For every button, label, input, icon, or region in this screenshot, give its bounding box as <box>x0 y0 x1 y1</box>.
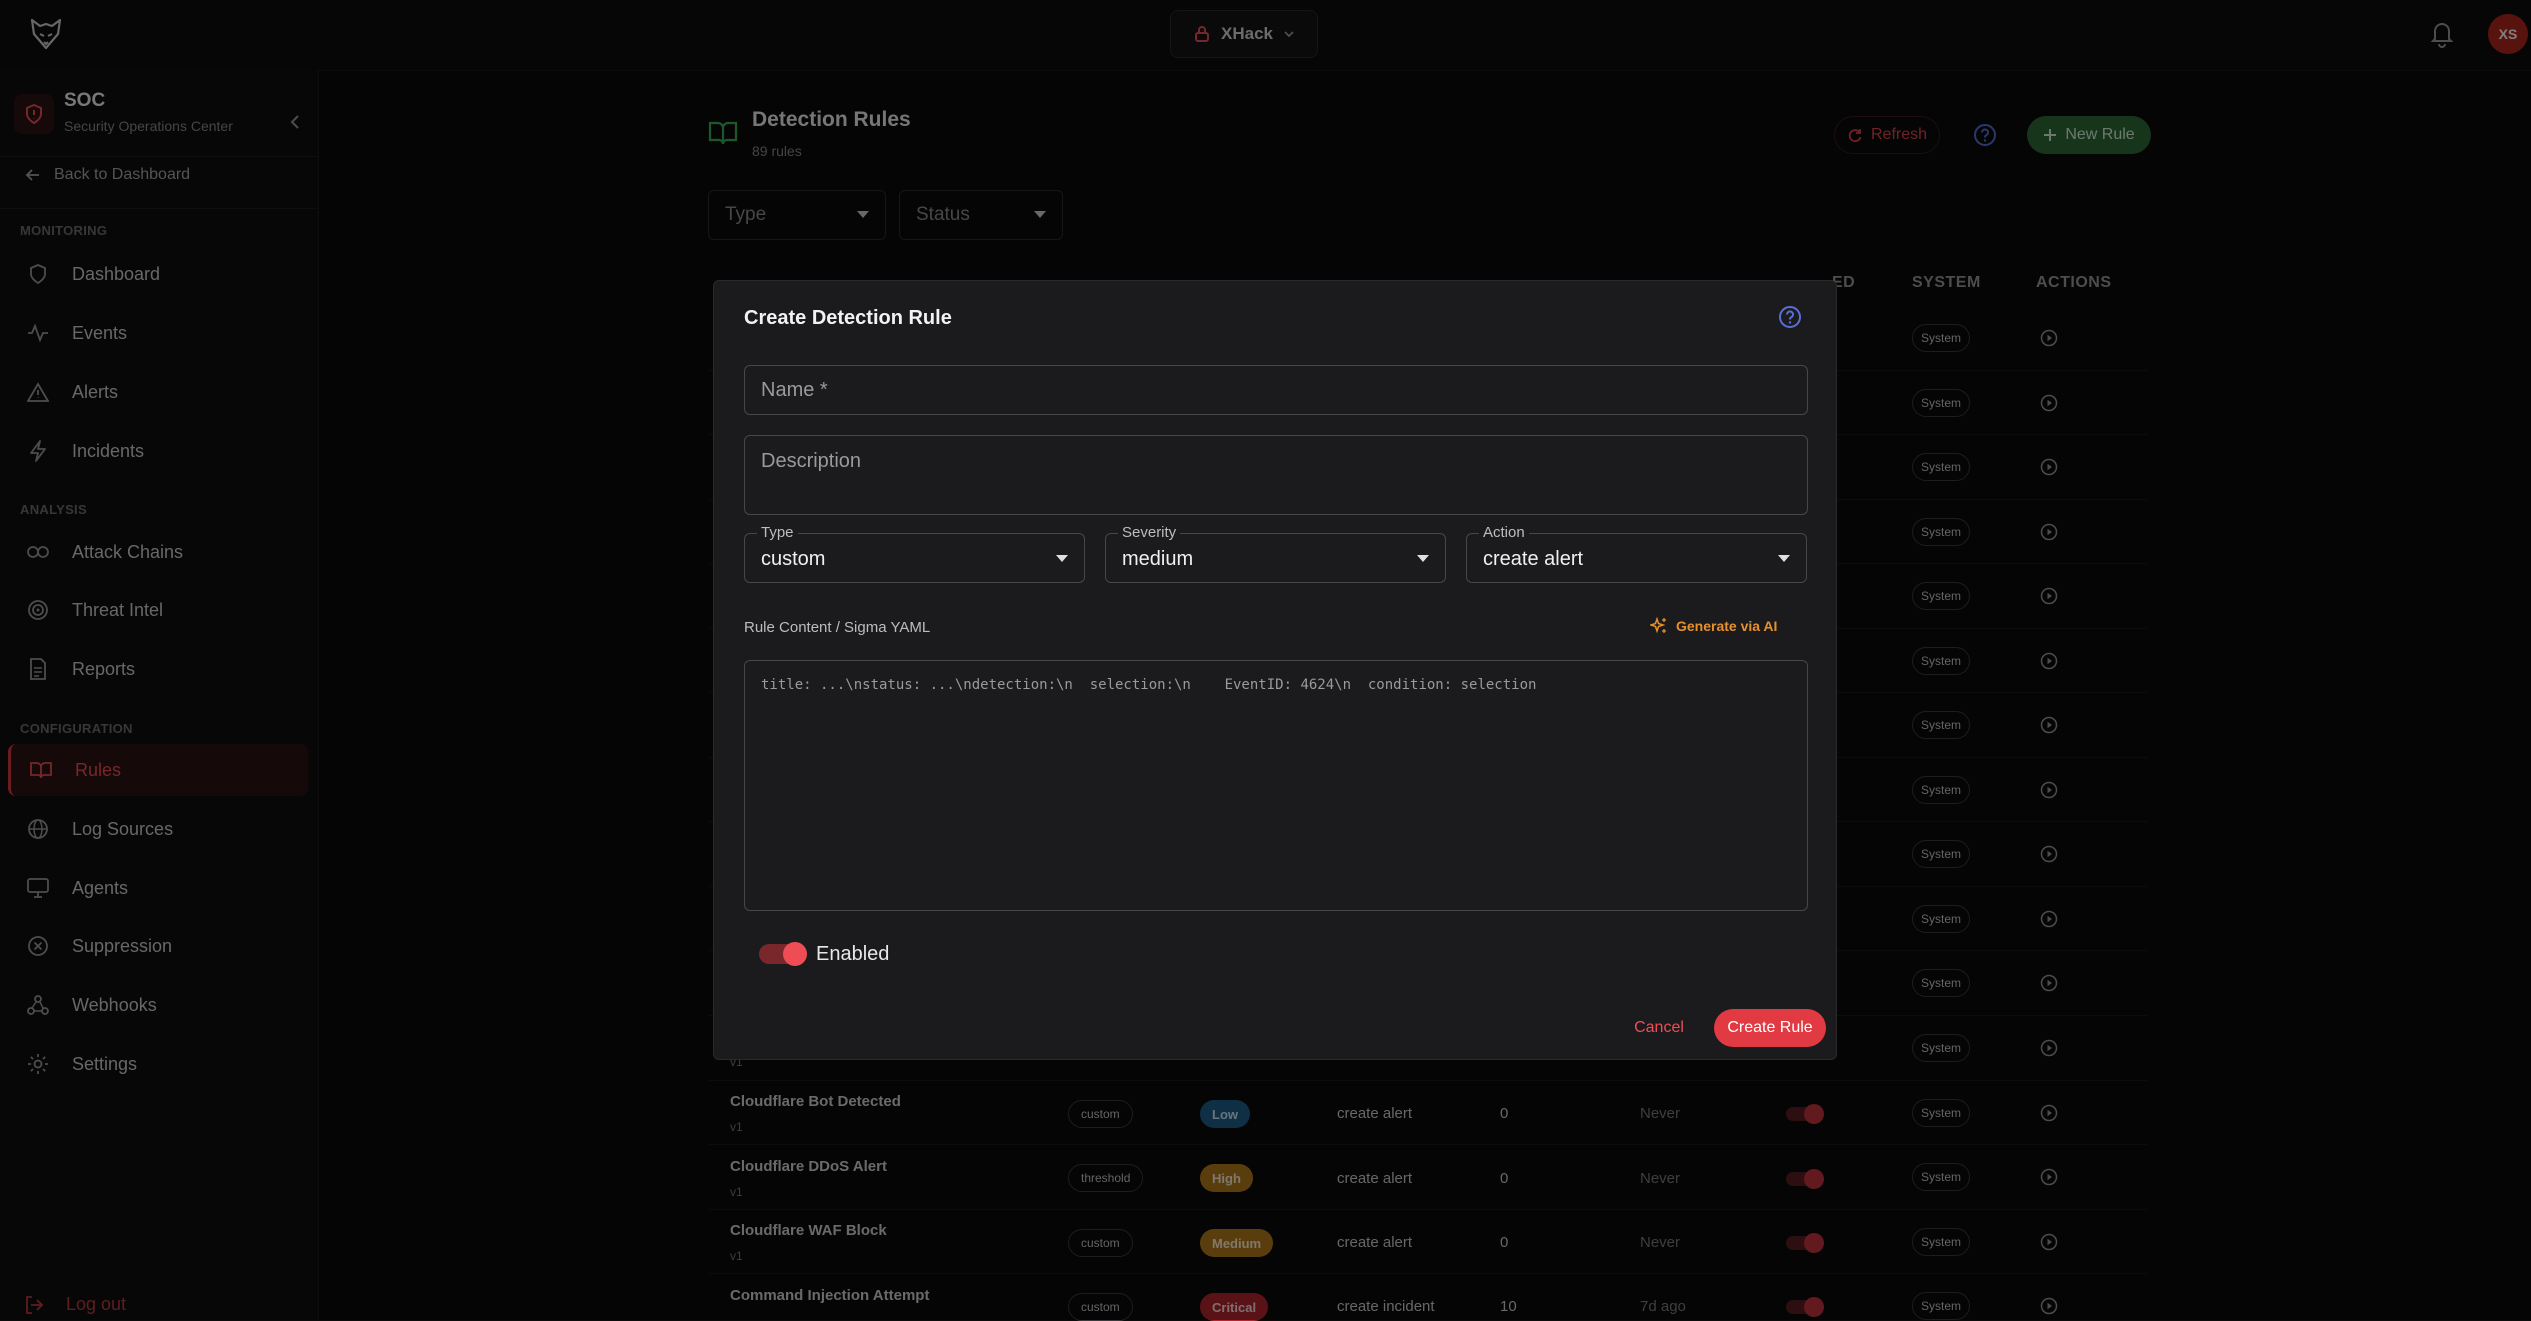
severity-select[interactable]: Severity medium <box>1105 524 1446 583</box>
type-select[interactable]: Type custom <box>744 524 1085 583</box>
sparkles-icon <box>1650 617 1666 634</box>
action-select-value: create alert <box>1483 548 1584 570</box>
description-input[interactable] <box>745 436 1807 514</box>
cancel-button[interactable]: Cancel <box>1624 1011 1694 1045</box>
rule-content-field <box>744 660 1808 911</box>
action-select-label: Action <box>1479 524 1529 541</box>
toggle-knob <box>783 942 807 966</box>
caret-down-icon <box>1056 555 1068 562</box>
caret-down-icon <box>1417 555 1429 562</box>
dialog-title: Create Detection Rule <box>744 307 952 329</box>
severity-select-value: medium <box>1122 548 1194 570</box>
type-select-value: custom <box>761 548 826 570</box>
rule-content-label: Rule Content / Sigma YAML <box>744 619 931 636</box>
help-icon[interactable] <box>1778 305 1802 329</box>
generate-via-ai-label: Generate via AI <box>1676 618 1778 634</box>
enabled-label: Enabled <box>816 943 890 965</box>
description-field <box>744 435 1808 515</box>
generate-via-ai-button[interactable]: Generate via AI <box>1650 617 1777 635</box>
name-input[interactable] <box>745 366 1807 414</box>
enabled-toggle[interactable] <box>759 942 807 966</box>
type-select-label: Type <box>757 524 798 541</box>
action-select[interactable]: Action create alert <box>1466 524 1807 583</box>
name-field <box>744 365 1808 415</box>
create-rule-dialog: Create Detection Rule Type custom Severi… <box>713 280 1837 1060</box>
severity-select-label: Severity <box>1118 524 1181 541</box>
rule-content-editor[interactable] <box>745 661 1807 910</box>
create-rule-button[interactable]: Create Rule <box>1714 1009 1826 1047</box>
caret-down-icon <box>1778 555 1790 562</box>
